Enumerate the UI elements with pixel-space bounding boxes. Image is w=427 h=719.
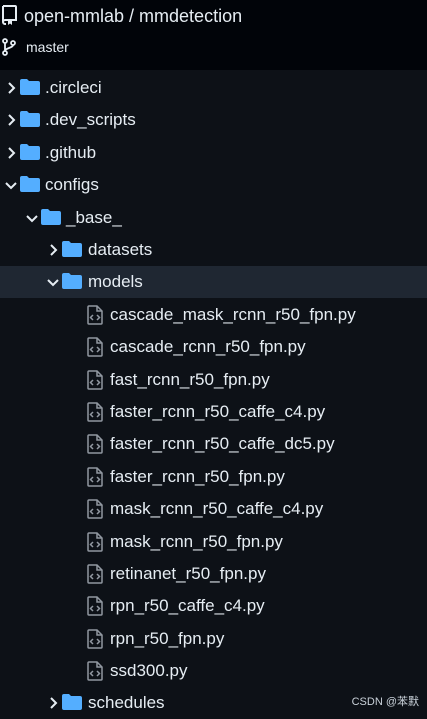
tree-item-label[interactable]: configs xyxy=(45,175,99,195)
tree-file-label[interactable]: faster_rcnn_r50_fpn.py xyxy=(110,467,285,487)
file-code-icon xyxy=(87,564,103,584)
tree-item-label[interactable]: datasets xyxy=(88,240,152,260)
tree-file-label[interactable]: ssd300.py xyxy=(110,661,188,681)
folder-open-icon xyxy=(20,176,40,192)
folder-open-icon xyxy=(62,273,82,289)
file-code-icon xyxy=(87,402,103,422)
repo-title-row[interactable]: open-mmlab / mmdetection xyxy=(0,0,427,32)
tree-item-label[interactable]: .circleci xyxy=(45,78,102,98)
tree-file-label[interactable]: cascade_mask_rcnn_r50_fpn.py xyxy=(110,305,356,325)
chevron-right-icon[interactable] xyxy=(4,113,18,127)
file-code-icon xyxy=(87,596,103,616)
tree-item-models[interactable]: models xyxy=(0,266,427,298)
file-code-icon xyxy=(87,467,103,487)
tree-file-label[interactable]: faster_rcnn_r50_caffe_c4.py xyxy=(110,402,325,422)
tree-file-item[interactable]: fast_rcnn_r50_fpn.py xyxy=(0,364,427,396)
tree-file-label[interactable]: rpn_r50_fpn.py xyxy=(110,629,224,649)
tree-file-label[interactable]: fast_rcnn_r50_fpn.py xyxy=(110,370,270,390)
tree-file-item[interactable]: ssd300.py xyxy=(0,655,427,687)
chevron-down-icon[interactable] xyxy=(46,275,60,289)
tree-item-label[interactable]: .github xyxy=(45,143,96,163)
folder-icon xyxy=(20,111,40,127)
tree-file-item[interactable]: faster_rcnn_r50_fpn.py xyxy=(0,461,427,493)
file-code-icon xyxy=(87,532,103,552)
tree-file-item[interactable]: faster_rcnn_r50_caffe_c4.py xyxy=(0,396,427,428)
chevron-right-icon[interactable] xyxy=(4,81,18,95)
file-code-icon xyxy=(87,337,103,357)
tree-file-item[interactable]: rpn_r50_caffe_c4.py xyxy=(0,590,427,622)
tree-file-item[interactable]: mask_rcnn_r50_caffe_c4.py xyxy=(0,493,427,525)
tree-file-label[interactable]: mask_rcnn_r50_caffe_c4.py xyxy=(110,499,323,519)
branch-selector[interactable]: master xyxy=(0,36,427,60)
folder-icon xyxy=(62,241,82,257)
repo-icon xyxy=(2,5,17,25)
tree-item-dev-scripts[interactable]: .dev_scripts xyxy=(0,104,427,136)
watermark: CSDN @苯默 xyxy=(351,696,419,708)
git-branch-icon xyxy=(2,38,16,56)
branch-name[interactable]: master xyxy=(26,38,69,56)
folder-open-icon xyxy=(41,209,61,225)
tree-item-base[interactable]: _base_ xyxy=(0,202,427,234)
repo-title[interactable]: open-mmlab / mmdetection xyxy=(24,5,242,27)
chevron-down-icon[interactable] xyxy=(25,211,39,225)
tree-item-label[interactable]: models xyxy=(88,272,143,292)
file-code-icon xyxy=(87,370,103,390)
tree-item-datasets[interactable]: datasets xyxy=(0,234,427,266)
tree-file-item[interactable]: cascade_mask_rcnn_r50_fpn.py xyxy=(0,299,427,331)
tree-item-configs[interactable]: configs xyxy=(0,169,427,201)
tree-file-label[interactable]: rpn_r50_caffe_c4.py xyxy=(110,596,265,616)
chevron-right-icon[interactable] xyxy=(46,243,60,257)
tree-file-label[interactable]: mask_rcnn_r50_fpn.py xyxy=(110,532,283,552)
tree-item-github[interactable]: .github xyxy=(0,137,427,169)
tree-item-circleci[interactable]: .circleci xyxy=(0,72,427,104)
folder-icon xyxy=(20,144,40,160)
chevron-down-icon[interactable] xyxy=(4,178,18,192)
file-code-icon xyxy=(87,499,103,519)
tree-file-item[interactable]: rpn_r50_fpn.py xyxy=(0,623,427,655)
tree-item-label[interactable]: schedules xyxy=(88,693,165,713)
chevron-right-icon[interactable] xyxy=(4,146,18,160)
tree-item-label[interactable]: .dev_scripts xyxy=(45,110,136,130)
tree-file-label[interactable]: cascade_rcnn_r50_fpn.py xyxy=(110,337,306,357)
file-code-icon xyxy=(87,661,103,681)
tree-file-label[interactable]: retinanet_r50_fpn.py xyxy=(110,564,266,584)
tree-file-item[interactable]: retinanet_r50_fpn.py xyxy=(0,558,427,590)
file-code-icon xyxy=(87,629,103,649)
file-code-icon xyxy=(87,305,103,325)
file-tree: .circleci .dev_scripts .github configs _… xyxy=(0,70,427,719)
tree-file-item[interactable]: cascade_rcnn_r50_fpn.py xyxy=(0,331,427,363)
file-code-icon xyxy=(87,434,103,454)
tree-file-item[interactable]: faster_rcnn_r50_caffe_dc5.py xyxy=(0,428,427,460)
folder-icon xyxy=(62,694,82,710)
repo-header: open-mmlab / mmdetection master xyxy=(0,0,427,70)
tree-item-label[interactable]: _base_ xyxy=(66,208,122,228)
chevron-right-icon[interactable] xyxy=(46,696,60,710)
tree-file-item[interactable]: mask_rcnn_r50_fpn.py xyxy=(0,526,427,558)
tree-file-label[interactable]: faster_rcnn_r50_caffe_dc5.py xyxy=(110,434,335,454)
folder-icon xyxy=(20,79,40,95)
